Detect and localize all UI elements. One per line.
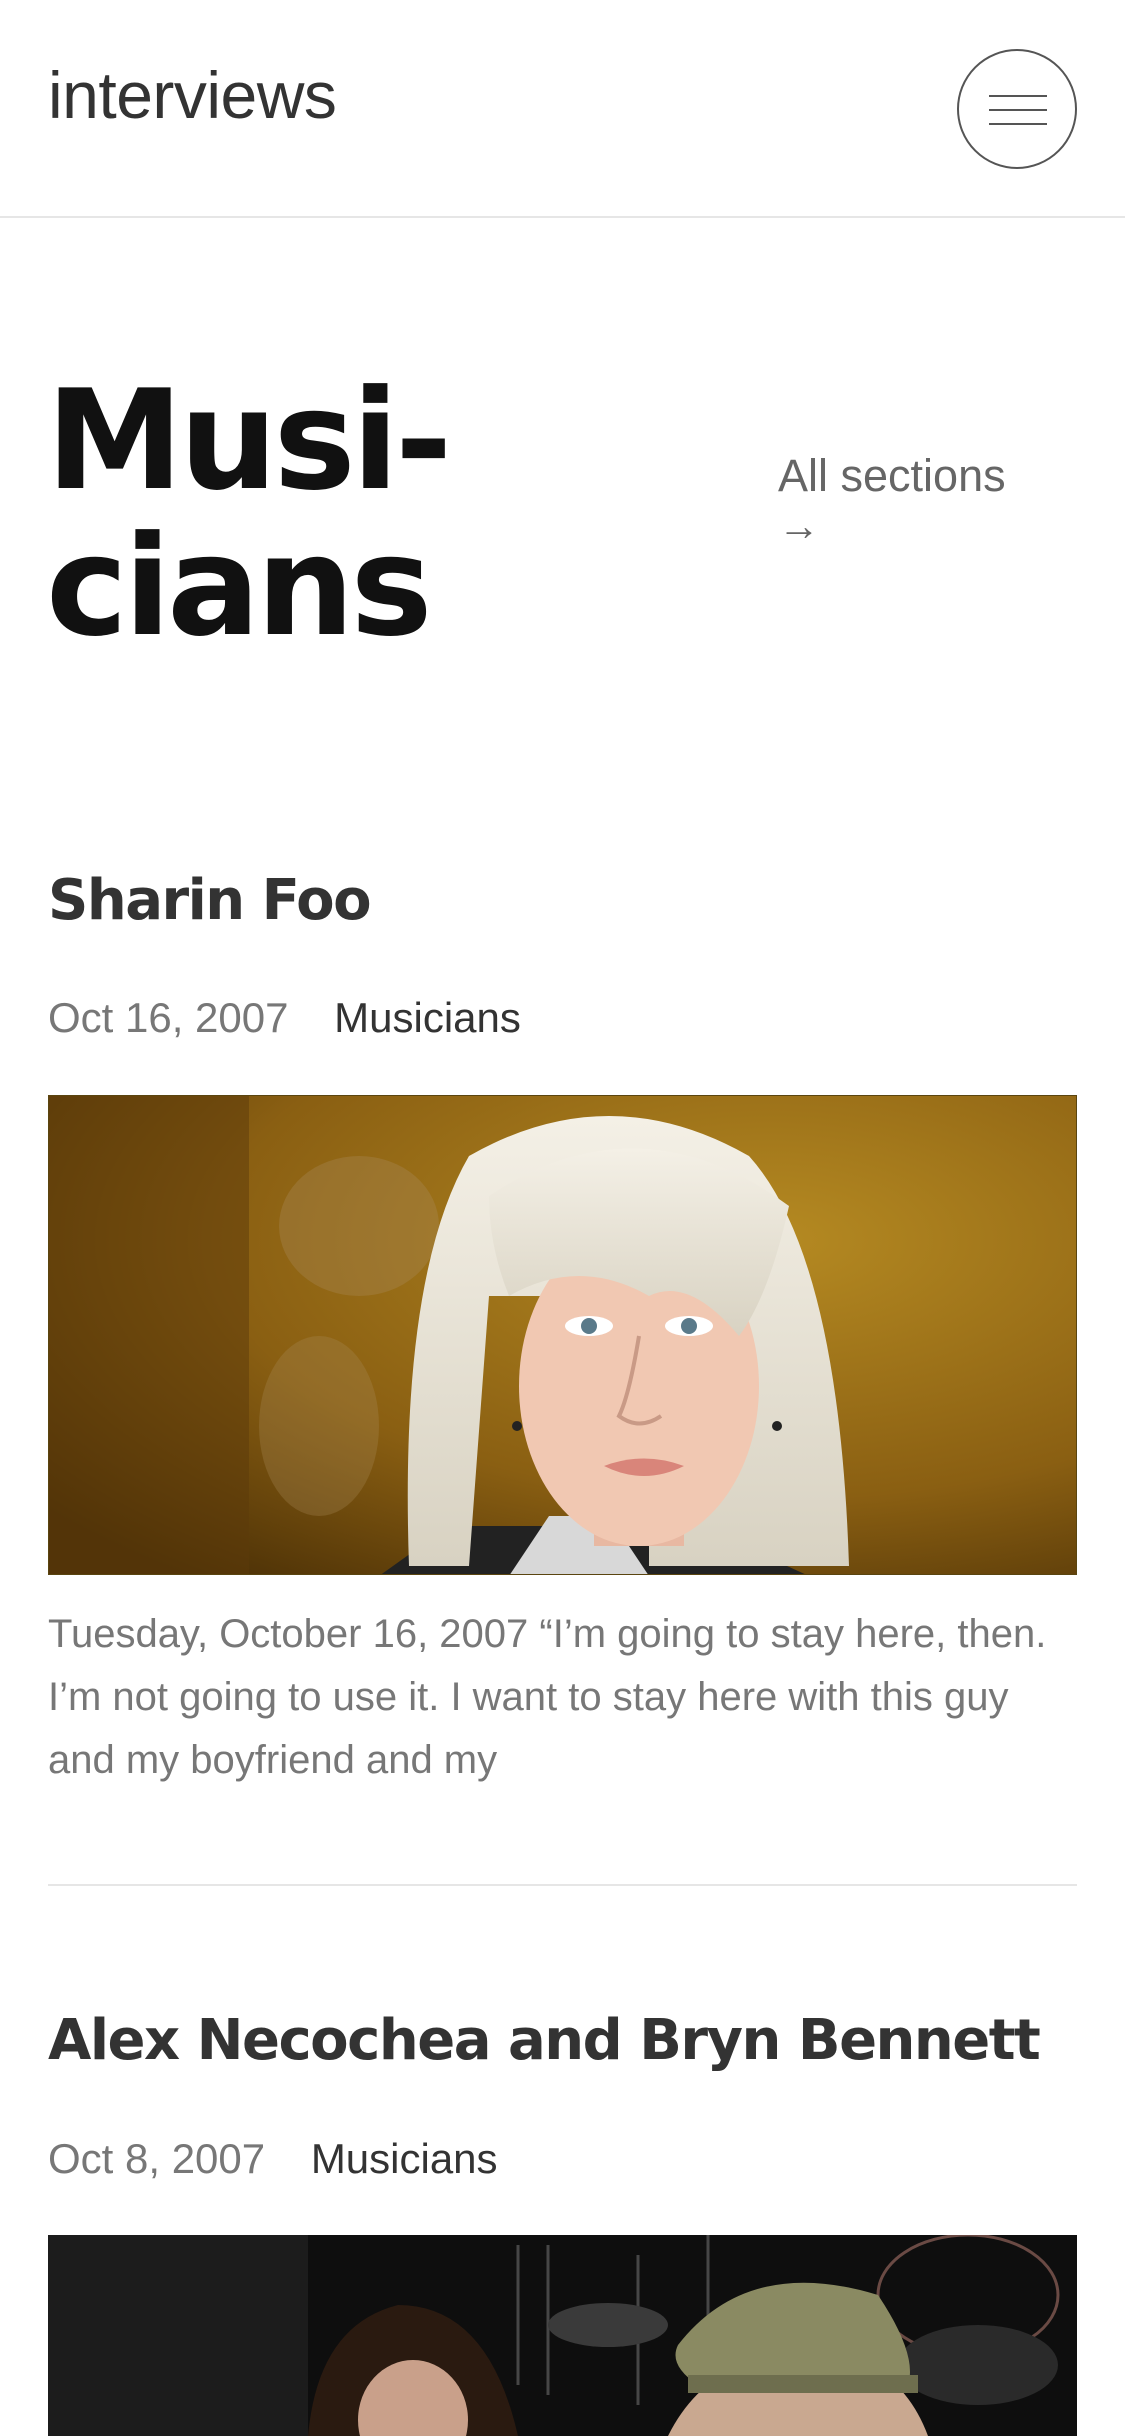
post-image[interactable] (48, 2235, 1077, 2436)
portrait-photo (49, 1096, 1076, 1574)
post-excerpt: Tuesday, October 16, 2007 “I’m going to … (48, 1612, 1047, 1782)
band-photo (48, 2235, 1077, 2436)
arrow-right-icon: → (778, 502, 820, 549)
site-header: interviews (0, 0, 1125, 218)
post-title[interactable]: Sharin Foo (48, 870, 372, 932)
section-title: Musi- cians (46, 368, 746, 660)
section-title-line-2: cians (46, 506, 433, 667)
all-sections-label: All sections (778, 450, 1006, 501)
post-date: Oct 16, 2007 (48, 994, 289, 1041)
post-meta: Oct 16, 2007 Musicians (48, 994, 521, 1041)
page: interviews Musi- cians All sections → Sh… (0, 0, 1125, 2436)
post-meta: Oct 8, 2007 Musicians (48, 2135, 498, 2182)
post-category-link[interactable]: Musicians (334, 994, 521, 1041)
post-image[interactable] (48, 1095, 1077, 1575)
post-title[interactable]: Alex Necochea and Bryn Bennett (48, 2010, 1041, 2072)
all-sections-link[interactable]: All sections → (778, 448, 1078, 548)
site-title[interactable]: interviews (48, 62, 337, 128)
post-category-link[interactable]: Musicians (311, 2135, 498, 2182)
post-divider (48, 1884, 1077, 1886)
menu-button[interactable] (957, 49, 1077, 169)
section-title-line-1: Musi- (46, 360, 452, 521)
post-date: Oct 8, 2007 (48, 2135, 266, 2182)
